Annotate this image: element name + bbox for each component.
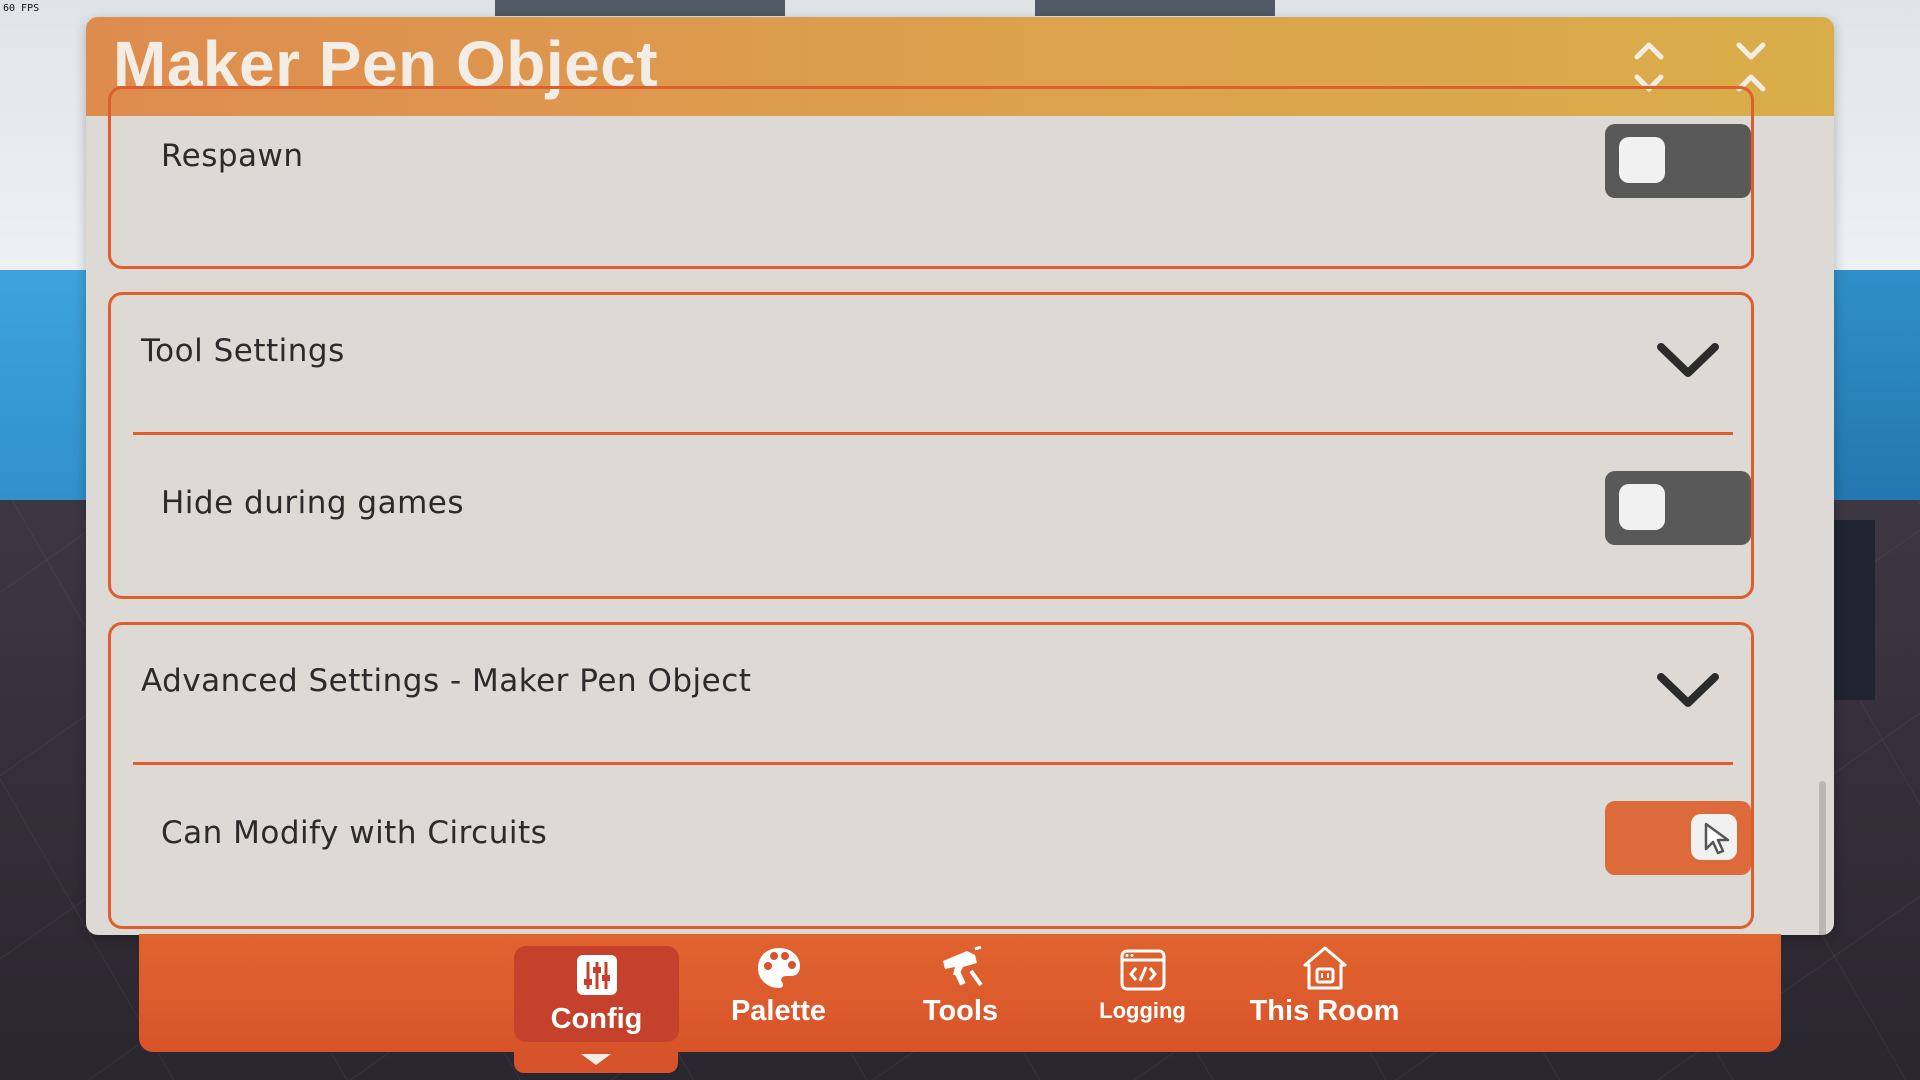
section-divider <box>133 432 1733 435</box>
panel-content: Respawn Tool Settings Hide during games … <box>86 86 1834 935</box>
toggle-knob <box>1619 137 1665 183</box>
tab-logging[interactable]: Logging <box>1060 934 1225 1034</box>
advanced-settings-header: Advanced Settings - Maker Pen Object <box>141 663 752 699</box>
tab-this-room[interactable]: This Room <box>1242 934 1407 1034</box>
respawn-section: Respawn <box>108 86 1754 269</box>
chevron-down-icon[interactable] <box>1653 665 1723 715</box>
respawn-toggle[interactable] <box>1605 124 1751 198</box>
hide-during-games-toggle[interactable] <box>1605 471 1751 545</box>
cursor-arrow-icon <box>1704 822 1730 855</box>
tool-settings-header: Tool Settings <box>141 333 345 369</box>
background-structure <box>1035 0 1275 16</box>
background-pillar <box>1830 520 1875 700</box>
config-panel: Maker Pen Object Respawn Tool Settings H… <box>86 17 1834 935</box>
code-window-icon <box>1120 949 1165 991</box>
tab-config[interactable]: Config <box>514 946 679 1042</box>
chevron-down-icon[interactable] <box>1653 335 1723 385</box>
maker-pen-icon <box>942 945 983 987</box>
fps-counter: 60 FPS <box>3 3 40 14</box>
background-wall <box>1830 270 1920 500</box>
background-structure <box>495 0 785 16</box>
tab-bar: Config Palette Tools Logging This Room <box>139 934 1781 1052</box>
section-divider <box>133 762 1733 765</box>
tab-tools[interactable]: Tools <box>878 934 1043 1034</box>
tab-label: Logging <box>1099 998 1186 1023</box>
tab-label: Tools <box>922 995 999 1027</box>
tab-palette[interactable]: Palette <box>696 934 861 1034</box>
hide-during-games-label: Hide during games <box>161 485 464 521</box>
can-modify-circuits-toggle[interactable] <box>1605 801 1751 875</box>
tab-label: Palette <box>730 995 827 1027</box>
respawn-label: Respawn <box>161 138 304 174</box>
palette-icon <box>757 948 800 988</box>
tab-label: This Room <box>1249 995 1400 1027</box>
scrollbar[interactable] <box>1819 781 1826 935</box>
tool-settings-section: Tool Settings Hide during games <box>108 292 1754 599</box>
caret-down-icon <box>581 1054 611 1065</box>
house-icon <box>1303 946 1346 990</box>
toggle-knob <box>1619 484 1665 530</box>
tab-label: Config <box>550 1003 643 1035</box>
sliders-icon <box>576 955 617 995</box>
advanced-settings-section: Advanced Settings - Maker Pen Object Can… <box>108 622 1754 929</box>
can-modify-circuits-label: Can Modify with Circuits <box>161 815 548 851</box>
